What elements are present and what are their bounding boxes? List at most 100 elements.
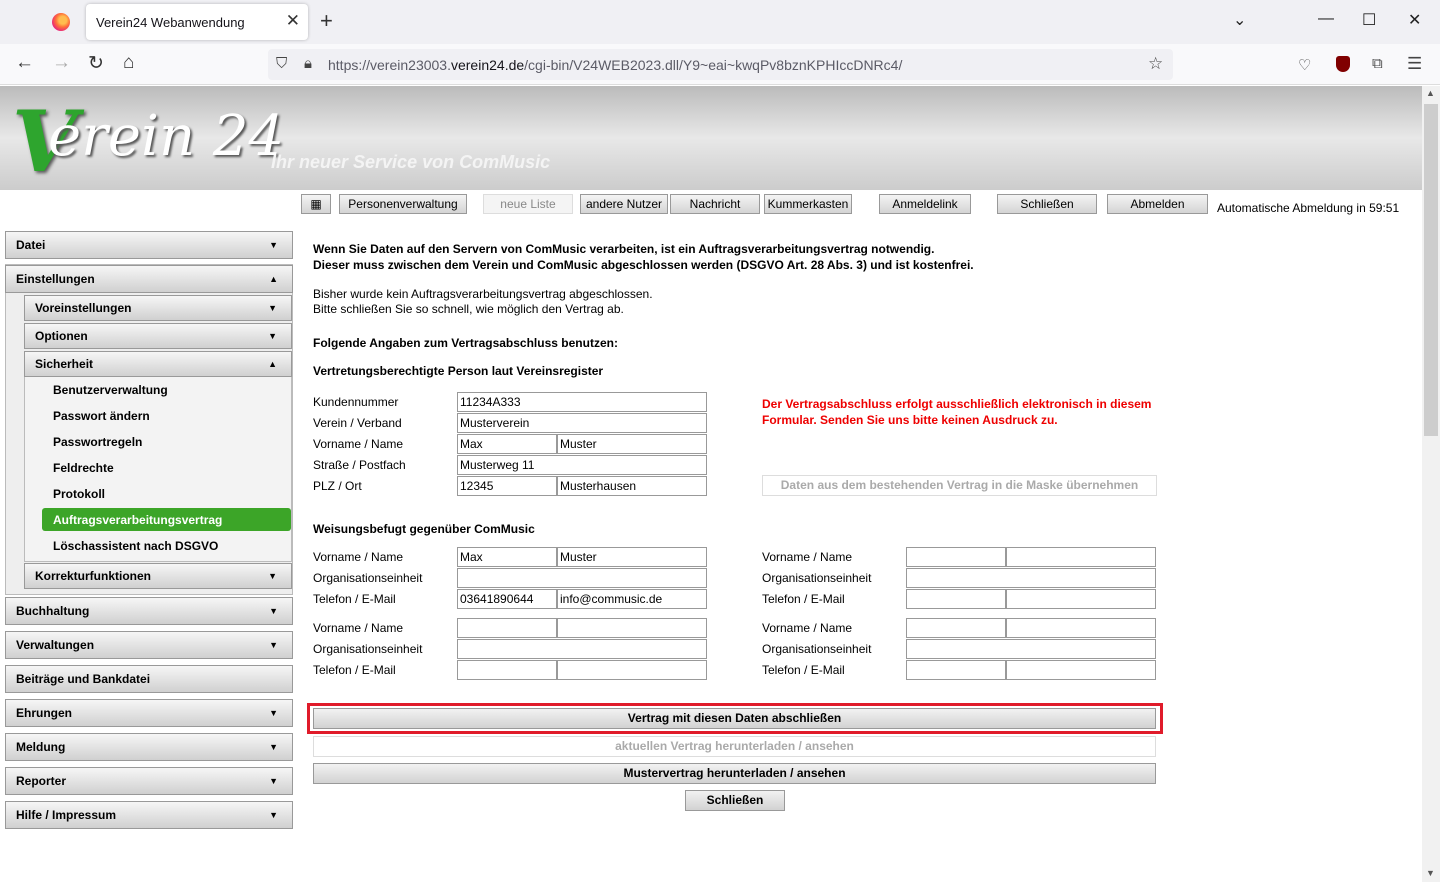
personenverwaltung-button[interactable]: Personenverwaltung (339, 194, 467, 214)
new-tab-icon[interactable]: + (320, 8, 333, 34)
w2-tel-field[interactable] (906, 589, 1006, 609)
chevron-down-icon: ▼ (269, 708, 278, 718)
menu-label: Hilfe / Impressum (16, 808, 117, 822)
label-org: Organisationseinheit (313, 571, 423, 585)
menu-korrekturfunktionen[interactable]: Korrekturfunktionen ▼ (24, 563, 292, 589)
menu-reporter[interactable]: Reporter ▼ (5, 767, 293, 795)
mustervertrag-button[interactable]: Mustervertrag herunterladen / ansehen (313, 763, 1156, 784)
anmeldelink-button[interactable]: Anmeldelink (879, 194, 971, 214)
vorname-field[interactable]: Max (457, 434, 557, 454)
menu-icon[interactable]: ☰ (1407, 54, 1422, 74)
name-field[interactable]: Muster (557, 434, 707, 454)
w2-org-field[interactable] (906, 568, 1156, 588)
menu-einstellungen[interactable]: Einstellungen ▲ (5, 265, 293, 293)
shield-icon[interactable]: ⛉ (276, 55, 287, 72)
link-benutzerverwaltung[interactable]: Benutzerverwaltung (53, 383, 168, 397)
label-tel: Telefon / E-Mail (762, 663, 845, 677)
menu-toggle-button[interactable]: ▦ (301, 194, 331, 214)
menu-ehrungen[interactable]: Ehrungen ▼ (5, 699, 293, 727)
strasse-field[interactable]: Musterweg 11 (457, 455, 707, 475)
schliessen-button[interactable]: Schließen (997, 194, 1097, 214)
url-bar[interactable]: ⛉ 🔒︎ https://verein23003.verein24.de/cgi… (268, 49, 1173, 80)
w3-tel-field[interactable] (457, 660, 557, 680)
menu-datei[interactable]: Datei ▼ (5, 231, 293, 259)
nachricht-button[interactable]: Nachricht (670, 194, 760, 214)
w3-org-field[interactable] (457, 639, 707, 659)
menu-label: Einstellungen (16, 272, 95, 286)
w2-vorname-field[interactable] (906, 547, 1006, 567)
menu-beitraege[interactable]: Beiträge und Bankdatei (5, 665, 293, 693)
extensions-icon[interactable]: ⧉ (1372, 55, 1383, 72)
menu-sicherheit[interactable]: Sicherheit ▲ (24, 351, 292, 377)
w2-name-field[interactable] (1006, 547, 1156, 567)
window-close-icon[interactable]: ✕ (1408, 10, 1421, 30)
url-text[interactable]: https://verein23003.verein24.de/cgi-bin/… (328, 57, 902, 73)
forward-icon[interactable]: → (52, 52, 71, 74)
scroll-up-icon[interactable]: ▲ (1426, 88, 1435, 98)
ort-field[interactable]: Musterhausen (557, 476, 707, 496)
kummerkasten-button[interactable]: Kummerkasten (764, 194, 852, 214)
menu-voreinstellungen[interactable]: Voreinstellungen ▼ (24, 295, 292, 321)
w4-tel-field[interactable] (906, 660, 1006, 680)
andere-nutzer-button[interactable]: andere Nutzer (580, 194, 668, 214)
bookmark-star-icon[interactable]: ☆ (1148, 54, 1163, 74)
w1-org-field[interactable] (457, 568, 707, 588)
close-tab-icon[interactable]: ✕ (286, 11, 300, 31)
minimize-icon[interactable]: — (1318, 10, 1334, 28)
menu-buchhaltung[interactable]: Buchhaltung ▼ (5, 597, 293, 625)
link-passwortregeln[interactable]: Passwortregeln (53, 435, 142, 449)
browser-tab[interactable]: Verein24 Webanwendung ✕ (86, 4, 308, 40)
home-icon[interactable]: ⌂ (123, 52, 134, 74)
w3-name-field[interactable] (557, 618, 707, 638)
ublock-icon[interactable] (1336, 56, 1350, 72)
logo-text: erein 24 (48, 104, 285, 169)
menu-label: Optionen (35, 329, 88, 343)
label-tel: Telefon / E-Mail (313, 592, 396, 606)
link-loeschassistent[interactable]: Löschassistent nach DSGVO (53, 539, 218, 553)
link-protokoll[interactable]: Protokoll (53, 487, 105, 501)
tab-list-icon[interactable]: ⌄ (1233, 10, 1246, 30)
scroll-down-icon[interactable]: ▼ (1426, 868, 1435, 878)
link-feldrechte[interactable]: Feldrechte (53, 461, 114, 475)
daten-uebernehmen-button[interactable]: Daten aus dem bestehenden Vertrag in die… (762, 475, 1157, 496)
menu-label: Voreinstellungen (35, 301, 132, 315)
w3-email-field[interactable] (557, 660, 707, 680)
w1-vorname-field[interactable]: Max (457, 547, 557, 567)
w4-vorname-field[interactable] (906, 618, 1006, 638)
link-auftragsverarbeitungsvertrag[interactable]: Auftragsverarbeitungsvertrag (53, 513, 222, 527)
abmelden-button[interactable]: Abmelden (1107, 194, 1208, 214)
scrollbar-thumb[interactable] (1424, 104, 1438, 436)
w2-email-field[interactable] (1006, 589, 1156, 609)
link-passwort-aendern[interactable]: Passwort ändern (53, 409, 150, 423)
w1-tel-field[interactable]: 03641890644 (457, 589, 557, 609)
back-icon[interactable]: ← (15, 52, 34, 74)
w1-email-field[interactable]: info@commusic.de (557, 589, 707, 609)
menu-meldung[interactable]: Meldung ▼ (5, 733, 293, 761)
close-button[interactable]: Schließen (685, 790, 785, 811)
menu-hilfe[interactable]: Hilfe / Impressum ▼ (5, 801, 293, 829)
firefox-icon[interactable] (52, 13, 70, 31)
w4-email-field[interactable] (1006, 660, 1156, 680)
status-line-2: Bitte schließen Sie so schnell, wie mögl… (313, 302, 624, 316)
reload-icon[interactable]: ↻ (88, 52, 104, 75)
verein-field[interactable]: Musterverein (457, 413, 707, 433)
status-line-1: Bisher wurde kein Auftragsverarbeitungsv… (313, 287, 653, 301)
w4-name-field[interactable] (1006, 618, 1156, 638)
section-vertretung: Vertretungsberechtigte Person laut Verei… (313, 364, 604, 378)
neue-liste-button[interactable]: neue Liste (483, 194, 573, 214)
w3-vorname-field[interactable] (457, 618, 557, 638)
chevron-down-icon: ▼ (269, 810, 278, 820)
kundennummer-field[interactable]: 11234A333 (457, 392, 707, 412)
chevron-up-icon: ▲ (269, 274, 278, 284)
w1-name-field[interactable]: Muster (557, 547, 707, 567)
pocket-icon[interactable]: ♡ (1298, 56, 1311, 74)
w4-org-field[interactable] (906, 639, 1156, 659)
lock-icon[interactable]: 🔒︎ (304, 55, 312, 72)
menu-optionen[interactable]: Optionen ▼ (24, 323, 292, 349)
aktuellen-vertrag-button[interactable]: aktuellen Vertrag herunterladen / ansehe… (313, 736, 1156, 757)
menu-label: Meldung (16, 740, 66, 754)
maximize-icon[interactable]: ☐ (1362, 10, 1376, 30)
browser-tab-bar: Verein24 Webanwendung ✕ + ⌄ — ☐ ✕ (0, 0, 1440, 44)
plz-field[interactable]: 12345 (457, 476, 557, 496)
menu-verwaltungen[interactable]: Verwaltungen ▼ (5, 631, 293, 659)
